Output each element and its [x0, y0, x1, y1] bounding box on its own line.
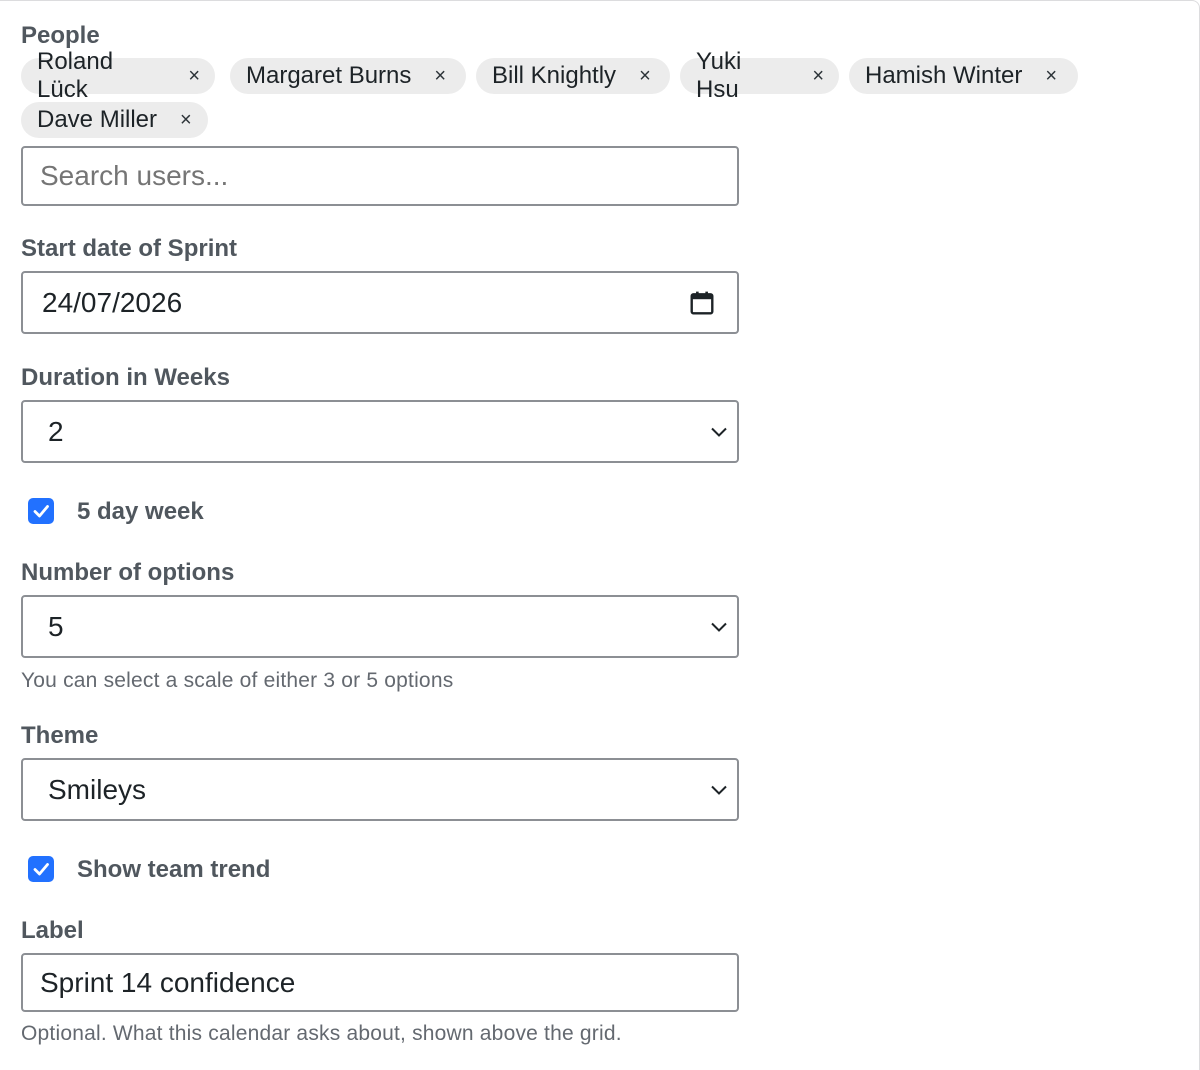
person-chip: Roland Lück ×	[21, 48, 215, 103]
person-chip: Bill Knightly ×	[476, 58, 670, 94]
show-team-trend-checkbox[interactable]	[28, 856, 54, 882]
remove-person-icon[interactable]: ×	[188, 66, 200, 86]
theme-value: Smileys	[48, 773, 147, 805]
num-options-value: 5	[48, 610, 64, 642]
remove-person-icon[interactable]: ×	[1045, 66, 1057, 86]
remove-person-icon[interactable]: ×	[639, 66, 651, 86]
person-chip-name: Hamish Winter	[865, 62, 1023, 89]
person-chip: Yuki Hsu ×	[680, 48, 839, 103]
theme-label: Theme	[21, 722, 99, 749]
people-label: People	[21, 22, 100, 49]
remove-person-icon[interactable]: ×	[434, 66, 446, 86]
person-chip: Margaret Burns ×	[230, 58, 466, 94]
search-users-placeholder: Search users...	[40, 160, 229, 191]
person-chip-name: Margaret Burns	[246, 62, 412, 89]
search-users-input[interactable]: Search users...	[21, 146, 739, 206]
num-options-label: Number of options	[21, 559, 235, 586]
start-date-label: Start date of Sprint	[21, 235, 238, 262]
remove-person-icon[interactable]: ×	[812, 66, 824, 86]
chevron-down-icon	[711, 622, 727, 632]
checkmark-icon	[33, 505, 49, 518]
checkmark-icon	[33, 863, 49, 876]
calendar-icon[interactable]	[689, 290, 715, 316]
person-chip-name: Bill Knightly	[492, 62, 617, 89]
duration-select[interactable]: 2	[21, 400, 739, 463]
five-day-week-checkbox[interactable]	[28, 498, 54, 524]
start-date-input[interactable]: 24/07/2026	[21, 271, 739, 334]
chevron-down-icon	[711, 785, 727, 795]
duration-label: Duration in Weeks	[21, 364, 230, 391]
show-team-trend-label[interactable]: Show team trend	[77, 856, 270, 884]
theme-select[interactable]: Smileys	[21, 758, 739, 821]
person-chip-name: Yuki Hsu	[696, 48, 742, 103]
person-chip: Dave Miller ×	[21, 102, 208, 138]
label-input-value: Sprint 14 confidence	[40, 966, 296, 998]
person-chip: Hamish Winter ×	[849, 58, 1078, 94]
num-options-select[interactable]: 5	[21, 595, 739, 658]
label-input[interactable]: Sprint 14 confidence	[21, 953, 739, 1012]
person-chip-name: Roland Lück	[37, 48, 114, 103]
start-date-value: 24/07/2026	[42, 286, 183, 318]
five-day-week-label[interactable]: 5 day week	[77, 498, 204, 526]
duration-value: 2	[48, 415, 64, 447]
settings-panel: People Roland Lück × Margaret Burns × Bi…	[0, 0, 1200, 1070]
person-chip-name: Dave Miller	[37, 106, 158, 133]
label-help: Optional. What this calendar asks about,…	[21, 1022, 622, 1045]
label-field-label: Label	[21, 917, 84, 944]
chevron-down-icon	[711, 427, 727, 437]
num-options-help: You can select a scale of either 3 or 5 …	[21, 669, 454, 692]
remove-person-icon[interactable]: ×	[180, 110, 192, 130]
